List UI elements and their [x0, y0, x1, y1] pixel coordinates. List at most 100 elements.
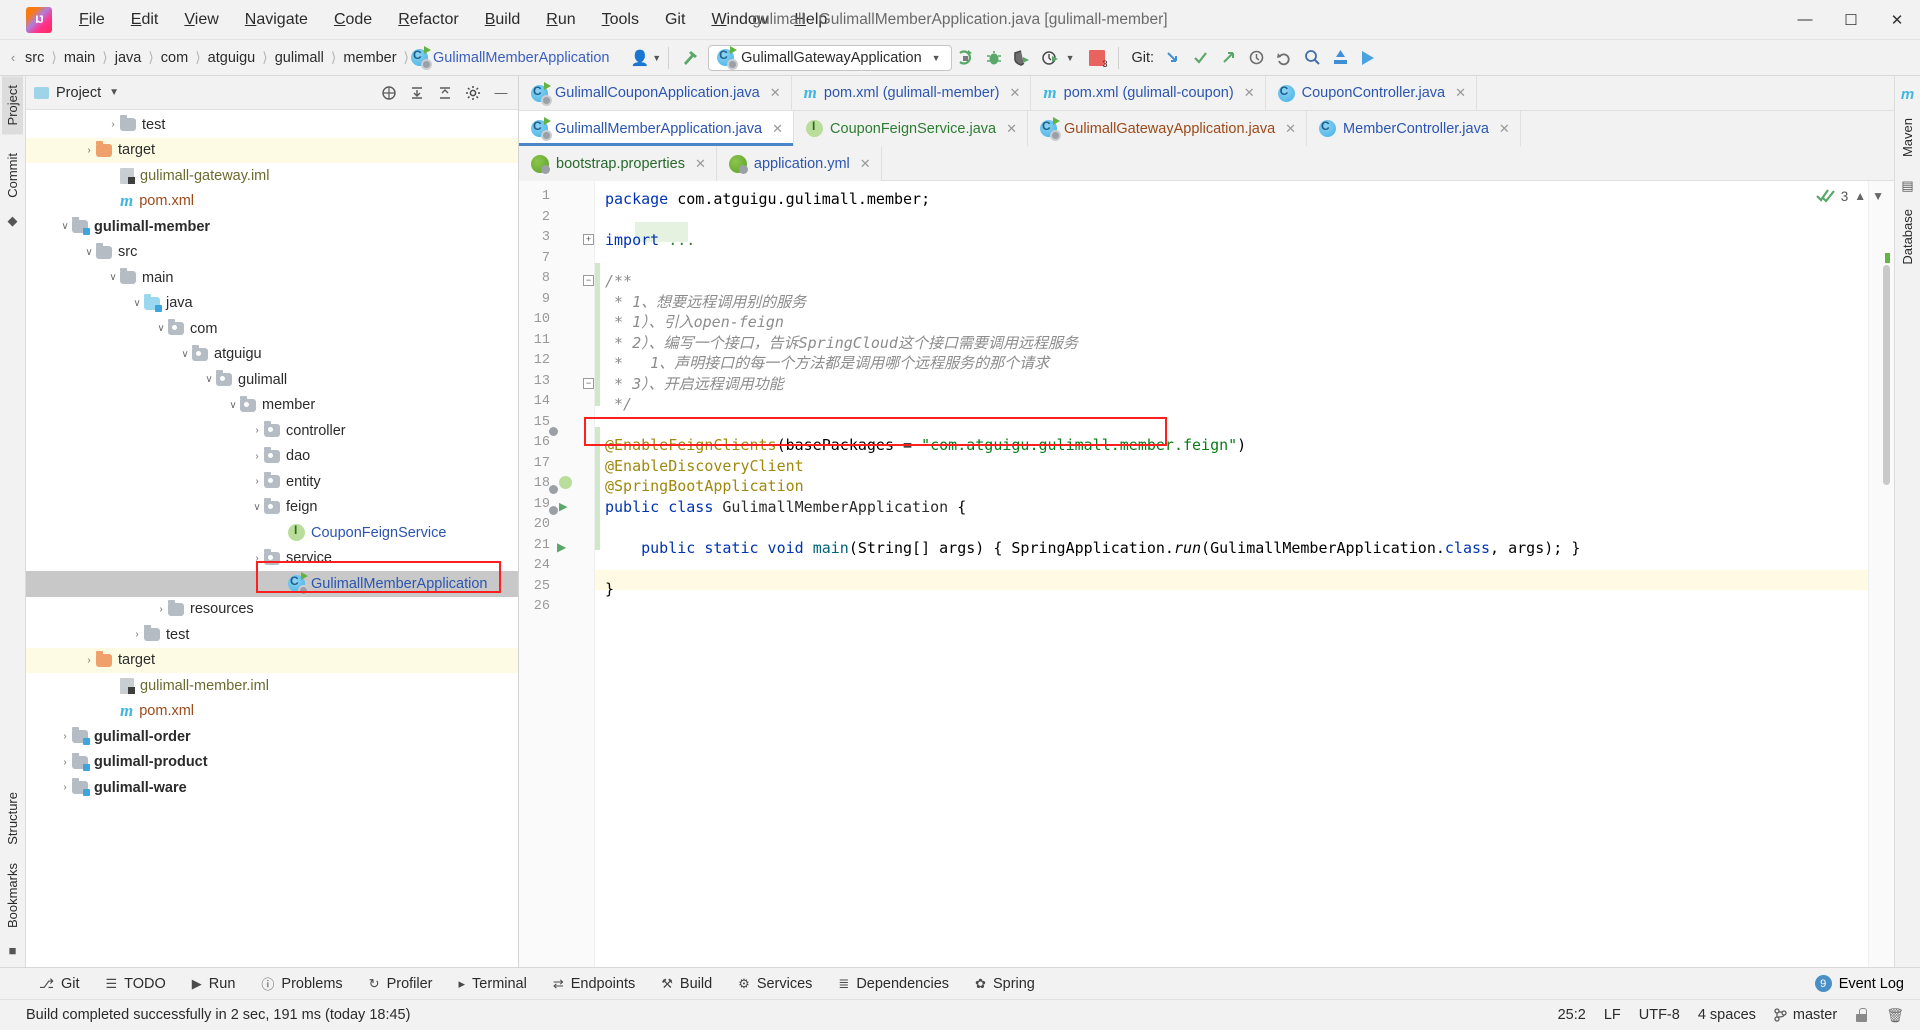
tree-expand-arrow[interactable]: ∨ — [106, 272, 120, 283]
close-button[interactable]: ✕ — [1874, 0, 1920, 40]
breadcrumb-atguigu[interactable]: atguigu — [203, 48, 261, 68]
close-tab-icon[interactable]: ✕ — [1285, 121, 1296, 137]
chevron-down-icon[interactable]: ▼ — [109, 87, 119, 98]
file-encoding[interactable]: UTF-8 — [1639, 1007, 1680, 1023]
editor-scrollbar-thumb[interactable] — [1883, 265, 1890, 485]
run-with-coverage-button[interactable] — [1008, 45, 1036, 71]
editor-right-gutter[interactable] — [1868, 181, 1894, 967]
tree-expand-arrow[interactable]: › — [106, 119, 120, 130]
chevron-up-icon[interactable]: ▲ — [1854, 189, 1866, 203]
rail-tab-project[interactable]: Project — [2, 76, 23, 135]
tree-node[interactable]: › target — [26, 137, 518, 163]
editor-tab[interactable]: CouponFeignService.java ✕ — [794, 111, 1028, 146]
menu-view[interactable]: View — [171, 7, 231, 33]
tree-node[interactable]: › gulimall-order — [26, 724, 518, 750]
caret-position[interactable]: 25:2 — [1558, 1007, 1586, 1023]
spring-boot-gutter-icon[interactable] — [557, 476, 587, 490]
git-history-icon[interactable] — [1242, 45, 1270, 71]
chevron-down-icon[interactable]: ▼ — [1066, 53, 1075, 63]
git-branch-widget[interactable]: master — [1774, 1007, 1837, 1023]
event-log-button[interactable]: 9 Event Log — [1799, 975, 1920, 992]
tool-window-button-terminal[interactable]: ▸ Terminal — [446, 968, 540, 1000]
breadcrumb-member[interactable]: member — [338, 48, 401, 68]
tree-node[interactable]: ∨ gulimall — [26, 367, 518, 393]
breadcrumb-main[interactable]: main — [59, 48, 100, 68]
close-tab-icon[interactable]: ✕ — [1006, 121, 1017, 137]
tree-expand-arrow[interactable]: ∨ — [250, 502, 264, 513]
tool-window-button-endpoints[interactable]: ⇄ Endpoints — [540, 968, 648, 1000]
select-opened-file-icon[interactable] — [376, 81, 402, 105]
minimize-button[interactable]: — — [1782, 0, 1828, 40]
tree-expand-arrow[interactable]: › — [58, 731, 72, 742]
tool-window-button-git[interactable]: ⎇ Git — [26, 968, 93, 1000]
git-update-icon[interactable] — [1158, 45, 1186, 71]
tree-expand-arrow[interactable]: › — [82, 655, 96, 666]
user-avatar-button[interactable]: 👤 ▼ — [631, 49, 662, 67]
trash-icon[interactable]: 🗑 — [1886, 1007, 1904, 1024]
breadcrumb-com[interactable]: com — [156, 48, 193, 68]
profiler-button[interactable] — [1036, 45, 1064, 71]
close-tab-icon[interactable]: ✕ — [1499, 121, 1510, 137]
search-everywhere-icon[interactable] — [1298, 45, 1326, 71]
git-commit-icon[interactable] — [1186, 45, 1214, 71]
tree-node[interactable]: m pom.xml — [26, 189, 518, 215]
build-hammer-icon[interactable] — [676, 45, 704, 71]
ide-assistant-icon[interactable] — [1354, 45, 1382, 71]
menu-navigate[interactable]: Navigate — [232, 7, 321, 33]
menu-refactor[interactable]: Refactor — [385, 7, 471, 33]
rail-tab-commit[interactable]: Commit — [2, 144, 23, 207]
run-class-gutter-icon[interactable]: ▶ — [557, 497, 587, 513]
run-button[interactable] — [952, 45, 980, 71]
tool-window-button-services[interactable]: ⚙ Services — [725, 968, 825, 1000]
menu-code[interactable]: Code — [321, 7, 385, 33]
collapse-all-icon[interactable] — [432, 81, 458, 105]
line-separator[interactable]: LF — [1604, 1007, 1621, 1023]
tree-node[interactable]: › test — [26, 112, 518, 138]
rail-tab-structure[interactable]: Structure — [2, 783, 23, 854]
menu-git[interactable]: Git — [652, 7, 698, 33]
breadcrumb-java[interactable]: java — [110, 48, 147, 68]
tree-expand-arrow[interactable]: › — [58, 757, 72, 768]
hide-panel-icon[interactable]: — — [488, 81, 514, 105]
tree-node[interactable]: ∨ gulimall-member — [26, 214, 518, 240]
git-push-icon[interactable] — [1214, 45, 1242, 71]
editor-tab[interactable]: m pom.xml (gulimall-member) ✕ — [791, 76, 1032, 110]
chevron-down-icon[interactable]: ▼ — [1872, 189, 1884, 203]
stop-button[interactable]: 3 — [1083, 45, 1111, 71]
tree-node[interactable]: ∨ java — [26, 291, 518, 317]
close-tab-icon[interactable]: ✕ — [1010, 85, 1021, 101]
menu-help[interactable]: Help — [781, 7, 840, 33]
editor-tab[interactable]: application.yml ✕ — [716, 146, 882, 181]
menu-edit[interactable]: Edit — [118, 7, 172, 33]
tool-window-button-todo[interactable]: ☰ TODO — [93, 968, 179, 1000]
undo-icon[interactable] — [1270, 45, 1298, 71]
close-tab-icon[interactable]: ✕ — [772, 121, 783, 137]
tree-expand-arrow[interactable]: ∨ — [58, 221, 72, 232]
close-tab-icon[interactable]: ✕ — [860, 156, 871, 172]
inspection-widget[interactable]: 3 ▲ ▼ — [1815, 188, 1884, 204]
close-tab-icon[interactable]: ✕ — [695, 156, 706, 172]
tree-node[interactable]: CouponFeignService — [26, 520, 518, 546]
tree-expand-arrow[interactable]: › — [250, 553, 264, 564]
tree-node[interactable]: ∨ member — [26, 393, 518, 419]
editor-tab[interactable]: bootstrap.properties ✕ — [519, 146, 717, 181]
tree-expand-arrow[interactable]: ∨ — [82, 247, 96, 258]
tree-expand-arrow[interactable]: ∨ — [130, 298, 144, 309]
rail-tab-bookmarks[interactable]: Bookmarks — [2, 854, 23, 937]
tree-expand-arrow[interactable]: › — [130, 629, 144, 640]
tool-window-button-dependencies[interactable]: ≣ Dependencies — [825, 968, 962, 1000]
expand-all-icon[interactable] — [404, 81, 430, 105]
breadcrumb-current-file[interactable]: GulimallMemberApplication — [428, 48, 615, 68]
spring-bean-gutter-icon[interactable] — [557, 435, 587, 449]
editor-gutter[interactable]: 1 2 3 7 8 9 10 11 12 13 14 15 16 17 18 19 20 21 24 25 26 ▶ ▶ + −… — [519, 181, 595, 967]
tree-expand-arrow[interactable]: ∨ — [178, 349, 192, 360]
code-fold-marker[interactable]: + — [583, 234, 594, 245]
tree-node[interactable]: › gulimall-product — [26, 750, 518, 776]
rail-tab-database[interactable]: Database — [1897, 200, 1918, 274]
tree-node[interactable]: ∨ src — [26, 240, 518, 266]
close-tab-icon[interactable]: ✕ — [770, 85, 781, 101]
tree-node[interactable]: › entity — [26, 469, 518, 495]
code-editor[interactable]: 1 2 3 7 8 9 10 11 12 13 14 15 16 17 18 19 20 21 24 25 26 ▶ ▶ + −… — [519, 181, 1894, 967]
menu-run[interactable]: Run — [533, 7, 588, 33]
tree-node[interactable]: › gulimall-ware — [26, 775, 518, 801]
